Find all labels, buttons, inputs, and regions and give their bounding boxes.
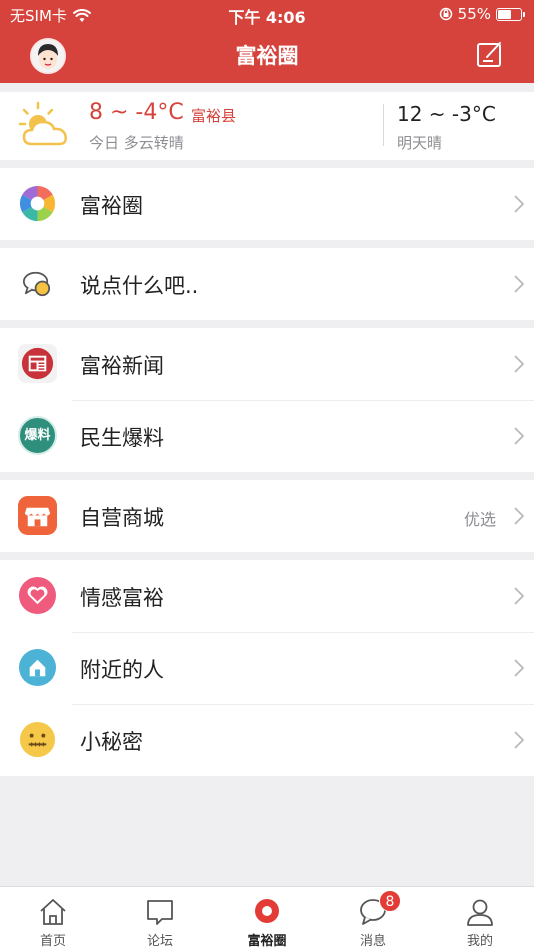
chevron-right-icon xyxy=(514,731,524,749)
weather-divider xyxy=(383,104,384,146)
chat-bubbles-icon xyxy=(22,271,51,297)
menu-item-label: 富裕圈 xyxy=(80,194,143,218)
tab-home[interactable]: 首页 xyxy=(13,887,93,950)
home-icon xyxy=(40,899,66,925)
compose-icon[interactable] xyxy=(476,40,504,68)
zipped-face-icon xyxy=(19,721,56,758)
menu-item-baoliao[interactable]: 爆料 民生爆料 xyxy=(0,400,534,472)
tab-label: 论坛 xyxy=(146,934,173,949)
menu-item-news[interactable]: 富裕新闻 xyxy=(0,328,534,400)
today-description: 今日 多云转晴 xyxy=(89,134,184,152)
chevron-right-icon xyxy=(514,355,524,373)
tab-label: 富裕圈 xyxy=(247,934,287,949)
tab-label: 消息 xyxy=(359,934,386,949)
battery-percent: 55% xyxy=(457,5,491,23)
chevron-right-icon xyxy=(514,275,524,293)
menu-item-extra: 优选 xyxy=(463,510,496,529)
section-circle: 富裕圈 xyxy=(0,168,534,240)
battery-icon xyxy=(496,7,525,21)
county-name: 富裕县 xyxy=(191,107,237,125)
menu-item-say-something[interactable]: 说点什么吧.. xyxy=(0,248,534,320)
menu-item-secret[interactable]: 小秘密 xyxy=(0,704,534,776)
baoliao-icon: 爆料 xyxy=(18,416,57,455)
house-icon xyxy=(18,648,57,687)
tab-label: 首页 xyxy=(39,934,66,949)
partly-cloudy-icon xyxy=(18,101,67,146)
section-social: 情感富裕 附近的人 小秘密 xyxy=(0,560,534,776)
menu-item-label: 小秘密 xyxy=(80,730,143,754)
page-title: 富裕圈 xyxy=(235,44,299,68)
menu-item-label: 附近的人 xyxy=(80,658,164,682)
circle-icon xyxy=(255,899,279,923)
tab-profile[interactable]: 我的 xyxy=(440,887,520,950)
menu-item-label: 自营商城 xyxy=(80,506,164,530)
message-badge: 8 xyxy=(379,890,401,912)
store-icon xyxy=(18,496,57,535)
weather-card[interactable]: 8 ~ -4°C 富裕县 今日 多云转晴 12 ~ -3°C 明天晴 xyxy=(0,92,534,160)
profile-icon xyxy=(467,899,493,926)
forum-icon xyxy=(147,900,173,925)
menu-item-mall[interactable]: 自营商城 优选 xyxy=(0,480,534,552)
today-temperature: 8 ~ -4°C xyxy=(89,100,184,125)
tab-messages[interactable]: 8 消息 xyxy=(333,887,413,950)
newspaper-icon xyxy=(18,344,57,383)
orientation-lock-icon xyxy=(439,7,452,21)
chevron-right-icon xyxy=(514,195,524,213)
menu-item-label: 富裕新闻 xyxy=(80,354,164,378)
nav-bar: 富裕圈 xyxy=(0,28,534,83)
aperture-icon xyxy=(19,185,56,222)
tab-label: 我的 xyxy=(466,934,493,949)
status-bar: 无SIM卡 下午 4:06 55% xyxy=(0,0,534,28)
menu-item-label: 情感富裕 xyxy=(80,586,164,610)
chevron-right-icon xyxy=(514,587,524,605)
menu-item-label: 民生爆料 xyxy=(80,426,164,450)
section-news: 富裕新闻 爆料 民生爆料 xyxy=(0,328,534,472)
chevron-right-icon xyxy=(514,427,524,445)
chevron-right-icon xyxy=(514,507,524,525)
section-mall: 自营商城 优选 xyxy=(0,480,534,552)
menu-item-emotion[interactable]: 情感富裕 xyxy=(0,560,534,632)
app-header: 无SIM卡 下午 4:06 55% 富裕圈 xyxy=(0,0,534,83)
chevron-right-icon xyxy=(514,659,524,677)
tomorrow-temperature: 12 ~ -3°C xyxy=(397,102,496,126)
menu-item-fuyu-circle[interactable]: 富裕圈 xyxy=(0,168,534,240)
tab-bar: 首页 论坛 富裕圈 8 消息 我的 xyxy=(0,886,534,950)
menu-item-nearby[interactable]: 附近的人 xyxy=(0,632,534,704)
heart-icon xyxy=(18,576,57,615)
tab-fuyu-circle[interactable]: 富裕圈 xyxy=(227,887,307,950)
menu-item-label: 说点什么吧.. xyxy=(80,274,199,298)
tab-forum[interactable]: 论坛 xyxy=(120,887,200,950)
tomorrow-description: 明天晴 xyxy=(397,134,443,152)
section-post: 说点什么吧.. xyxy=(0,248,534,320)
